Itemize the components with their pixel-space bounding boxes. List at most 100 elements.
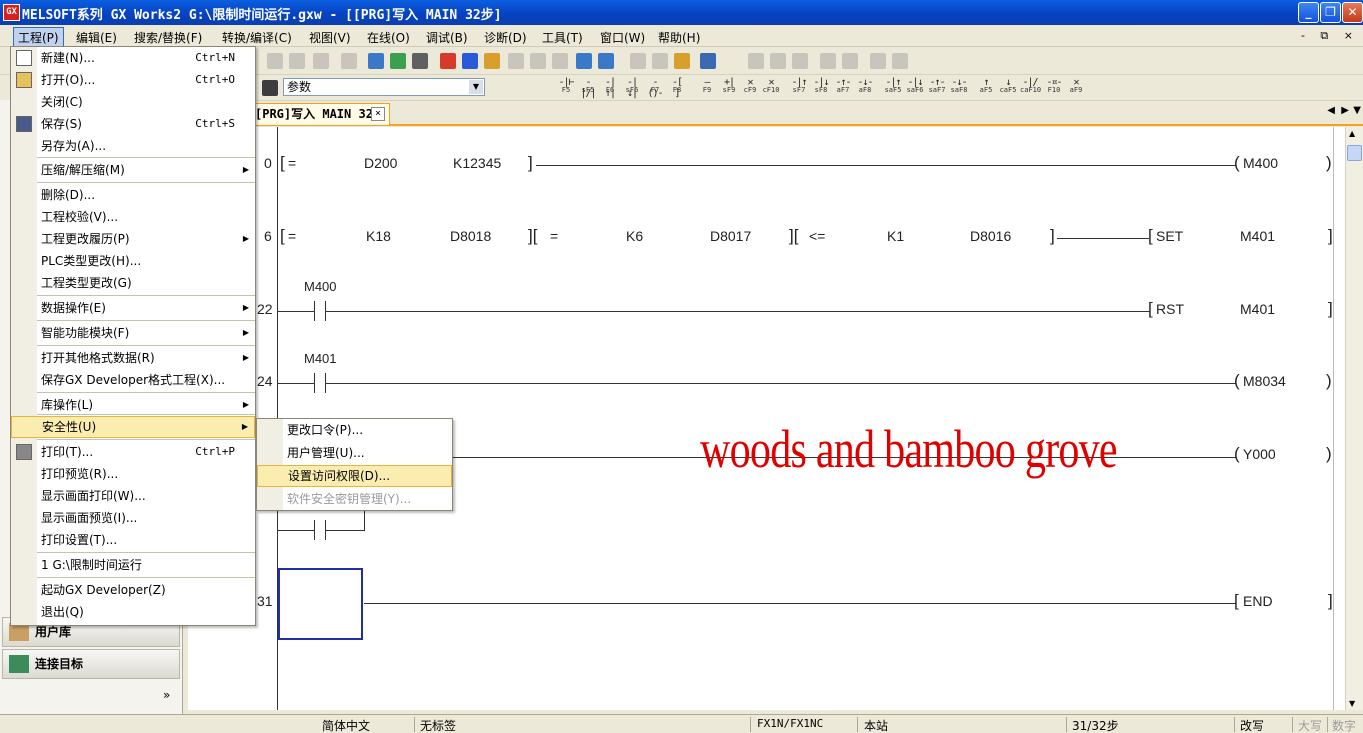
menu-help[interactable]: 帮助(H) xyxy=(654,28,704,47)
editor-cursor[interactable] xyxy=(278,568,363,640)
menu-item-plc-type[interactable]: PLC类型更改(H)... xyxy=(11,250,255,272)
menu-item-save-as[interactable]: 另存为(A)... xyxy=(11,135,255,157)
menu-item-save-gx-developer[interactable]: 保存GX Developer格式工程(X)... xyxy=(11,369,255,391)
redo-icon[interactable] xyxy=(289,53,305,69)
submenu-item-change-password[interactable]: 更改口令(P)... xyxy=(257,419,452,441)
display-icon[interactable] xyxy=(700,53,716,69)
menu-item-open[interactable]: 打开(O)... Ctrl+O xyxy=(11,69,255,91)
binoculars-icon[interactable] xyxy=(262,80,278,96)
menu-edit[interactable]: 编辑(E) xyxy=(72,28,121,47)
submenu-arrow-icon: ▶ xyxy=(242,234,249,243)
fkey-label: aF5 xyxy=(979,86,993,94)
bracket-join: ][ xyxy=(789,226,799,245)
simulation-icon[interactable] xyxy=(652,53,668,69)
menu-item-print-preview[interactable]: 打印预览(R)... xyxy=(11,463,255,485)
statement-icon[interactable] xyxy=(842,53,858,69)
bracket-open: [ xyxy=(280,153,285,172)
device-icon[interactable] xyxy=(368,53,384,69)
minimize-button[interactable]: _ xyxy=(1298,2,1319,23)
menu-item-print-setup[interactable]: 打印设置(T)... xyxy=(11,529,255,551)
submenu-arrow-icon: ▶ xyxy=(242,400,249,409)
menu-item-open-other-format[interactable]: 打开其他格式数据(R) ▶ xyxy=(11,347,255,369)
tab-scroll-right-icon[interactable]: ▶ xyxy=(1341,105,1349,116)
monitor-write-icon[interactable] xyxy=(552,53,568,69)
verify-plc-icon[interactable] xyxy=(484,53,500,69)
submenu-item-set-access-rights[interactable]: 设置访问权限(D)... xyxy=(257,465,452,487)
simulation-stop-icon[interactable] xyxy=(674,53,690,69)
label-edit-icon[interactable] xyxy=(892,53,908,69)
menu-item-print[interactable]: 打印(T)... Ctrl+P xyxy=(11,441,255,463)
watch-icon[interactable] xyxy=(630,53,646,69)
menu-item-new[interactable]: 新建(N)... Ctrl+N xyxy=(11,47,255,69)
menu-item-label: 保存GX Developer格式工程(X)... xyxy=(41,373,226,387)
menu-item-history[interactable]: 工程更改履历(P) ▶ xyxy=(11,228,255,250)
device-table-icon[interactable] xyxy=(412,53,428,69)
align-icon[interactable] xyxy=(748,53,764,69)
menu-diagnostics[interactable]: 诊断(D) xyxy=(480,28,531,47)
close-tab-icon[interactable]: × xyxy=(371,107,385,121)
menu-tools[interactable]: 工具(T) xyxy=(538,28,587,47)
menu-convert[interactable]: 转换/编译(C) xyxy=(218,28,296,47)
write-to-plc-icon[interactable] xyxy=(440,53,456,69)
menu-item-data-operation[interactable]: 数据操作(E) ▶ xyxy=(11,297,255,319)
bracket-close: ] xyxy=(1050,226,1055,245)
menu-item-screen-print[interactable]: 显示画面打印(W)... xyxy=(11,485,255,507)
tab-main-program-label: [PRG]写入 MAIN 32步 xyxy=(255,107,385,121)
parameter-combo-value: 参数 xyxy=(287,80,312,94)
monitor-icon[interactable] xyxy=(508,53,524,69)
editor-vertical-scrollbar[interactable]: ▲ ▼ xyxy=(1345,127,1363,710)
dev-batch-monitor-icon[interactable] xyxy=(598,53,614,69)
close-button[interactable]: ✕ xyxy=(1342,2,1363,23)
mdi-controls[interactable]: - ⧉ × xyxy=(1301,29,1359,43)
menu-item-delete[interactable]: 删除(D)... xyxy=(11,184,255,206)
scroll-thumb[interactable] xyxy=(1347,145,1362,161)
fkey-label: caF5 xyxy=(999,86,1017,94)
fkey-label: cF9 xyxy=(743,86,757,94)
label-icon[interactable] xyxy=(870,53,886,69)
menu-item-label: 数据操作(E) xyxy=(41,301,106,315)
delete-row-icon[interactable] xyxy=(792,53,808,69)
menu-item-start-gx-developer[interactable]: 起动GX Developer(Z) xyxy=(11,579,255,601)
scroll-down-icon[interactable]: ▼ xyxy=(1349,699,1355,708)
tab-main-program[interactable]: [PRG]写入 MAIN 32步 × xyxy=(240,103,390,125)
insert-row-icon[interactable] xyxy=(770,53,786,69)
tab-scroll-left-icon[interactable]: ◀ xyxy=(1327,105,1335,116)
menu-online[interactable]: 在线(O) xyxy=(363,28,414,47)
monitor-stop-icon[interactable] xyxy=(530,53,546,69)
comment-icon[interactable] xyxy=(820,53,836,69)
menu-window[interactable]: 窗口(W) xyxy=(596,28,649,47)
compare-op: = xyxy=(288,155,297,171)
back-icon[interactable] xyxy=(313,53,329,69)
menu-item-intelligent-module[interactable]: 智能功能模块(F) ▶ xyxy=(11,322,255,344)
nav-connection-target[interactable]: 连接目标 xyxy=(2,649,180,679)
tab-list-icon[interactable]: ▼ xyxy=(1353,105,1361,116)
operand: D8018 xyxy=(450,228,492,244)
menu-item-save[interactable]: 保存(S) Ctrl+S xyxy=(11,113,255,135)
menu-project[interactable]: 工程(P) xyxy=(13,27,64,48)
menu-item-exit[interactable]: 退出(Q) xyxy=(11,601,255,623)
submenu-item-user-management[interactable]: 用户管理(U)... xyxy=(257,442,452,464)
rung-wire xyxy=(278,311,314,312)
read-from-plc-icon[interactable] xyxy=(462,53,478,69)
menu-item-close[interactable]: 关闭(C) xyxy=(11,91,255,113)
menu-item-library-operation[interactable]: 库操作(L) ▶ xyxy=(11,394,255,416)
chevron-down-icon[interactable]: ▼ xyxy=(469,80,483,94)
menu-find-replace[interactable]: 搜索/替换(F) xyxy=(130,28,206,47)
menu-item-verify[interactable]: 工程校验(V)... xyxy=(11,206,255,228)
menu-item-screen-preview[interactable]: 显示画面预览(I)... xyxy=(11,507,255,529)
dev-monitor-icon[interactable] xyxy=(576,53,592,69)
parameter-combo[interactable]: 参数 ▼ xyxy=(283,78,485,96)
forward-icon[interactable] xyxy=(341,53,357,69)
maximize-button[interactable]: ❐ xyxy=(1320,2,1341,23)
menu-item-project-type[interactable]: 工程类型更改(G) xyxy=(11,272,255,294)
scroll-up-icon[interactable]: ▲ xyxy=(1349,129,1355,138)
right-power-rail xyxy=(1333,127,1334,710)
menu-debug[interactable]: 调试(B) xyxy=(422,28,472,47)
menu-item-recent-project[interactable]: 1 G:\限制时间运行 xyxy=(11,554,255,576)
nav-more-button[interactable]: » xyxy=(163,688,170,702)
undo-icon[interactable] xyxy=(267,53,283,69)
menu-item-compress[interactable]: 压缩/解压缩(M) ▶ xyxy=(11,159,255,181)
menu-view[interactable]: 视图(V) xyxy=(305,28,355,47)
device-batch-icon[interactable] xyxy=(390,53,406,69)
menu-item-security[interactable]: 安全性(U) ▶ xyxy=(11,416,255,438)
